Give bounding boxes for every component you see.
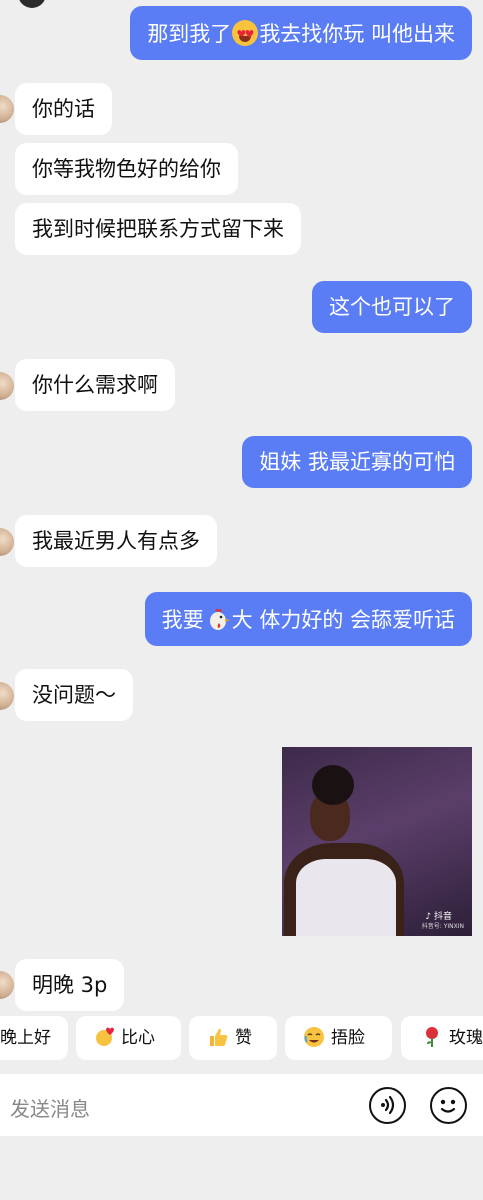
- voice-input-button[interactable]: [369, 1087, 406, 1124]
- message-input-bar: 发送消息: [0, 1074, 483, 1136]
- message-text: 大 体力好的 会舔爱听话: [231, 608, 455, 632]
- message-text: 那到我了: [147, 22, 232, 46]
- chat-area[interactable]: 那到我了 我去找你玩 叫他出来 你的话 你等我物色好的给你 我到时候把联系方式留下…: [0, 0, 483, 1012]
- contact-avatar[interactable]: [18, 0, 46, 8]
- facepalm-icon: [303, 1021, 325, 1047]
- message-bubble-incoming[interactable]: 你什么需求啊: [15, 359, 175, 411]
- contact-avatar[interactable]: [0, 682, 14, 710]
- smiley-face-icon: [440, 1099, 456, 1113]
- quick-reply-label: 捂脸: [331, 1028, 365, 1048]
- message-bubble-incoming[interactable]: 你的话: [15, 83, 112, 135]
- message-text: 你什么需求啊: [32, 373, 158, 397]
- quick-reply-chip[interactable]: 玫瑰: [401, 1016, 483, 1060]
- quick-reply-chip[interactable]: 赞: [189, 1016, 277, 1060]
- message-text: 我到时候把联系方式留下来: [32, 217, 284, 241]
- quick-reply-label: 比心: [121, 1028, 155, 1048]
- message-bubble-incoming[interactable]: 我到时候把联系方式留下来: [15, 203, 301, 255]
- thumbs-up-icon: [207, 1021, 229, 1046]
- message-text: 我去找你玩 叫他出来: [259, 22, 455, 46]
- message-bubble-incoming[interactable]: 我最近男人有点多: [15, 515, 217, 567]
- message-text: 你等我物色好的给你: [32, 157, 221, 181]
- contact-avatar[interactable]: [0, 528, 14, 556]
- chicken-emoji-icon: [205, 606, 231, 632]
- contact-avatar[interactable]: [0, 95, 14, 123]
- message-bubble-outgoing[interactable]: 我要 大 体力好的 会舔爱听话: [144, 592, 472, 646]
- message-bubble-outgoing[interactable]: 那到我了 我去找你玩 叫他出来: [130, 6, 472, 60]
- message-text: 这个也可以了: [329, 295, 455, 319]
- message-text: 我最近男人有点多: [32, 529, 200, 553]
- star-struck-emoji-icon: [232, 20, 259, 47]
- message-text: 明晚 3p: [32, 973, 108, 997]
- message-text: 姐妹 我最近寡的可怕: [259, 450, 455, 474]
- finger-heart-icon: [93, 1021, 115, 1046]
- message-bubble-outgoing[interactable]: 姐妹 我最近寡的可怕: [242, 436, 472, 488]
- rose-icon: [421, 1021, 443, 1047]
- video-thumbnail[interactable]: ♪ 抖音 抖音号: YINXIN: [282, 747, 472, 936]
- quick-reply-bar[interactable]: 晚上好 比心 赞 捂脸 玫瑰: [0, 1016, 483, 1060]
- voice-wave-icon: [381, 1095, 395, 1115]
- message-text: 你的话: [32, 97, 95, 121]
- video-watermark: 抖音号: YINXIN: [421, 923, 464, 930]
- message-bubble-incoming[interactable]: 明晚 3p: [15, 959, 125, 1011]
- video-figure-hair: [312, 765, 354, 805]
- quick-reply-label: 赞: [235, 1028, 252, 1048]
- quick-reply-chip[interactable]: 晚上好: [0, 1016, 68, 1060]
- quick-reply-label: 玫瑰: [449, 1028, 483, 1048]
- emoji-button[interactable]: [430, 1087, 467, 1124]
- message-bubble-incoming[interactable]: 没问题～: [15, 669, 133, 721]
- message-bubble-incoming[interactable]: 你等我物色好的给你: [15, 143, 238, 195]
- message-text: 我要: [161, 608, 204, 632]
- contact-avatar[interactable]: [0, 372, 14, 400]
- message-input[interactable]: 发送消息: [10, 1093, 90, 1122]
- quick-reply-chip[interactable]: 比心: [76, 1016, 181, 1060]
- contact-avatar[interactable]: [0, 971, 14, 999]
- quick-reply-label: 晚上好: [0, 1028, 51, 1048]
- message-text: 没问题～: [32, 683, 116, 707]
- video-figure-clothing: [296, 859, 396, 936]
- message-bubble-outgoing[interactable]: 这个也可以了: [312, 281, 472, 333]
- quick-reply-chip[interactable]: 捂脸: [285, 1016, 392, 1060]
